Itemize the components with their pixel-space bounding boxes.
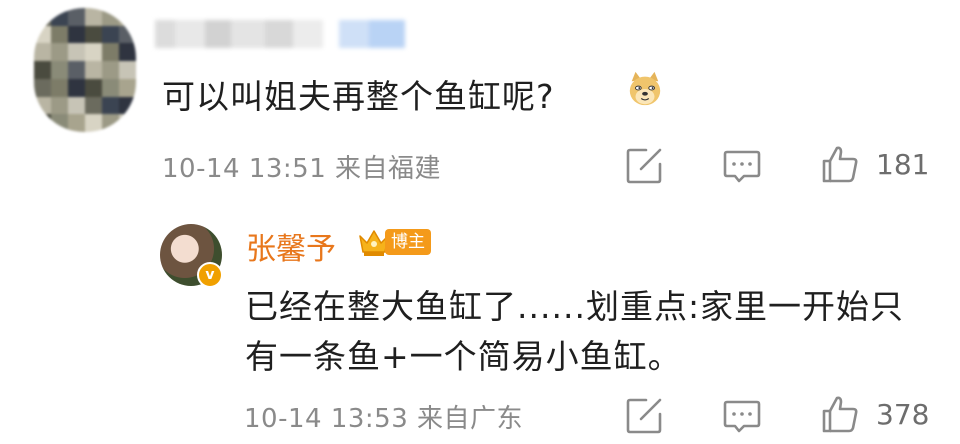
comment-text: 可以叫姐夫再整个鱼缸呢?: [162, 77, 555, 116]
like-count: 181: [876, 148, 930, 181]
like-icon[interactable]: [820, 394, 860, 434]
doge-emoji-icon: [629, 71, 661, 106]
blogger-badge-label: 博主: [385, 229, 431, 255]
share-icon[interactable]: [624, 146, 664, 186]
comment-meta: 10-14 13:51 来自福建: [162, 154, 442, 184]
like-icon[interactable]: [820, 144, 860, 184]
comment-icon[interactable]: [722, 396, 762, 436]
blogger-badge: 博主: [357, 226, 431, 258]
reply-like-count: 378: [876, 398, 930, 431]
share-icon[interactable]: [624, 396, 664, 436]
reply-username[interactable]: 张馨予: [246, 224, 336, 268]
avatar-blurred[interactable]: [34, 8, 136, 132]
reply-text: 已经在整大鱼缸了......划重点:家里一开始只有一条鱼+一个简易小鱼缸。: [245, 287, 905, 376]
comment-icon[interactable]: [722, 146, 762, 186]
username-blurred[interactable]: [155, 20, 405, 52]
reply-meta: 10-14 13:53 来自广东: [244, 404, 524, 434]
verified-badge-icon: v: [197, 262, 223, 288]
